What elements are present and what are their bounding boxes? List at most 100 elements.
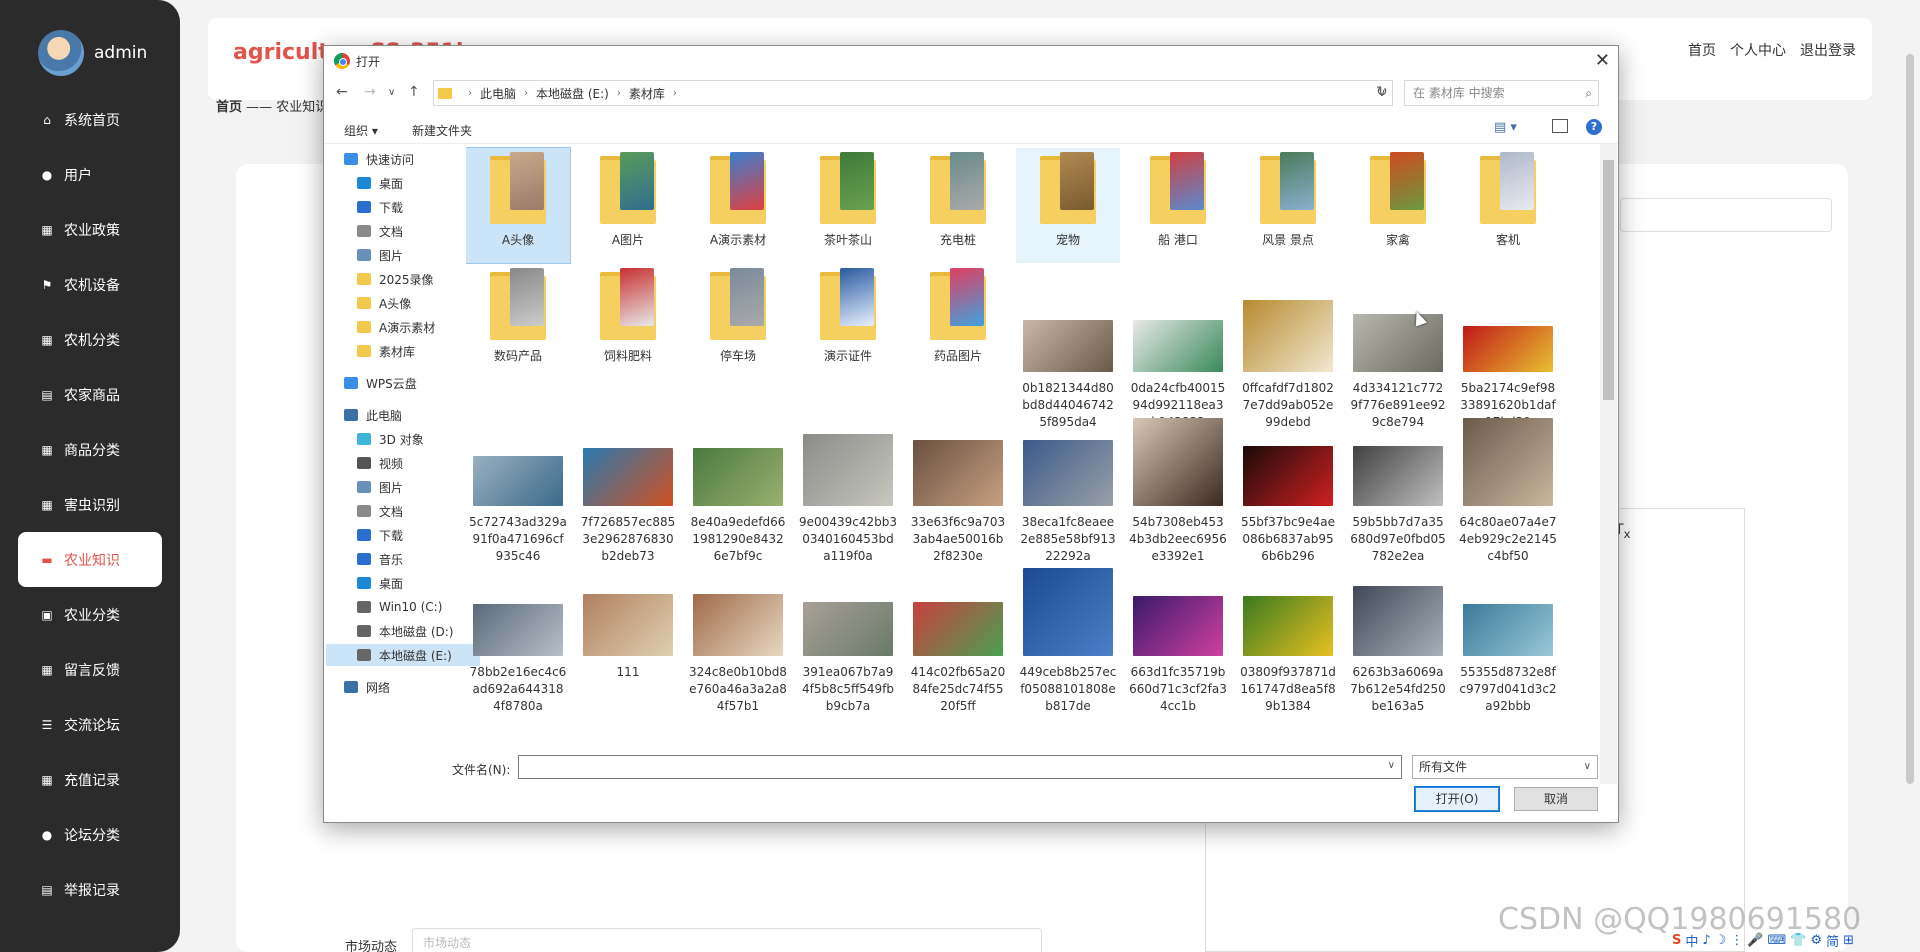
sidebar-item-7[interactable]: ▦ 害虫识别 [0, 477, 180, 532]
category-select[interactable] [1620, 198, 1832, 232]
image-file-item[interactable]: 8e40a9edefd661981290e84326e7bf9c [686, 392, 790, 563]
folder-item[interactable]: 药品图片 [906, 264, 1010, 389]
tray-icon[interactable]: ♪ [1702, 933, 1710, 948]
image-file-item[interactable]: 5c72743ad329a91f0a471696cf935c46 [466, 392, 570, 563]
market-input[interactable]: 市场动态 [412, 928, 1042, 952]
folder-item[interactable]: 船 港口 [1126, 148, 1230, 263]
image-file-item[interactable]: 5ba2174c9ef9833891620b1daf17bd39 [1456, 264, 1560, 429]
tree-item[interactable]: 视频 [357, 452, 403, 474]
folder-item[interactable]: 宠物 [1016, 148, 1120, 263]
tray-icon[interactable]: ☽ [1715, 933, 1727, 948]
search-icon[interactable]: ⌕ [1585, 81, 1592, 105]
folder-item[interactable]: 风景 景点 [1236, 148, 1340, 263]
recent-dropdown-icon[interactable]: ∨ [388, 87, 395, 98]
tree-item[interactable]: WPS云盘 [344, 372, 417, 394]
cancel-button[interactable]: 取消 [1514, 787, 1598, 811]
filetype-select[interactable]: 所有文件 ∨ [1412, 755, 1598, 779]
tree-item[interactable]: 2025录像 [357, 268, 434, 290]
image-file-item[interactable]: 663d1fc35719b660d71c3cf2fa34cc1b [1126, 542, 1230, 713]
file-grid-scrollbar[interactable] [1600, 144, 1617, 784]
folder-item[interactable]: 停车场 [686, 264, 790, 389]
sidebar-item-10[interactable]: ▦ 留言反馈 [0, 642, 180, 697]
tree-item[interactable]: 本地磁盘 (D:) [357, 620, 453, 642]
tree-item[interactable]: 文档 [357, 500, 403, 522]
tree-item[interactable]: 网络 [344, 676, 390, 698]
close-icon[interactable]: ✕ [1595, 50, 1610, 71]
tray-icon[interactable]: 👕 [1790, 933, 1806, 948]
folder-item[interactable]: 演示证件 [796, 264, 900, 389]
tree-item[interactable]: A头像 [357, 292, 411, 314]
tray-icon[interactable]: ⊞ [1843, 933, 1854, 948]
tree-item[interactable]: 下载📌 [357, 196, 487, 218]
folder-item[interactable]: A演示素材 [686, 148, 790, 263]
tree-item[interactable]: 图片📌 [357, 244, 487, 266]
image-file-item[interactable]: 449ceb8b257ecf05088101808eb817de [1016, 542, 1120, 713]
tree-item[interactable]: 图片 [357, 476, 403, 498]
view-mode-icon[interactable]: ▤ ▾ [1494, 120, 1517, 135]
image-file-item[interactable]: 111 [576, 542, 680, 682]
organize-button[interactable]: 组织 ▾ [344, 122, 378, 139]
tree-item[interactable]: A演示素材 [357, 316, 435, 338]
user-profile[interactable]: admin [38, 30, 147, 76]
tray-icon[interactable]: ⋮ [1730, 933, 1743, 948]
filename-input[interactable]: ∨ [518, 755, 1402, 779]
tray-icon[interactable]: 简 [1826, 931, 1839, 950]
image-file-item[interactable]: 0b1821344d80bd8d440467425f895da4 [1016, 264, 1120, 429]
tree-item[interactable]: 素材库 [357, 340, 415, 362]
link-logout[interactable]: 退出登录 [1800, 40, 1856, 60]
path-this-pc[interactable]: 此电脑 [480, 85, 516, 102]
folder-item[interactable]: A头像 [466, 147, 571, 264]
sidebar-item-5[interactable]: ▤ 农家商品 [0, 367, 180, 422]
path-folder[interactable]: 素材库 [629, 85, 665, 102]
search-input[interactable]: 在 素材库 中搜索 ⌕ [1404, 80, 1599, 106]
path-drive-e[interactable]: 本地磁盘 (E:) [536, 85, 609, 102]
refresh-icon[interactable]: ↻ [1376, 84, 1388, 100]
folder-item[interactable]: 饲料肥料 [576, 264, 680, 389]
image-file-item[interactable]: 9e00439c42bb30340160453bda119f0a [796, 392, 900, 563]
image-file-item[interactable]: 55355d8732e8fc9797d041d3c2a92bbb [1456, 542, 1560, 713]
image-file-item[interactable]: 6263b3a6069a7b612e54fd250be163a5 [1346, 542, 1450, 713]
tray-icon[interactable]: 🎤 [1747, 933, 1763, 948]
tree-item[interactable]: 音乐 [357, 548, 403, 570]
tree-item[interactable]: 快速访问 [344, 148, 414, 170]
image-file-item[interactable]: 64c80ae07a4e74eb929c2e2145c4bf50 [1456, 392, 1560, 563]
tree-item[interactable]: Win10 (C:) [357, 596, 442, 618]
tree-item[interactable]: 桌面 [357, 572, 403, 594]
sidebar-item-12[interactable]: ▦ 充值记录 [0, 752, 180, 807]
image-file-item[interactable]: 0ffcafdf7d18027e7dd9ab052e99debd [1236, 264, 1340, 429]
path-chevron-icon[interactable]: › [617, 88, 621, 99]
image-file-item[interactable]: 54b7308eb4534b3db2eec6956e3392e1 [1126, 392, 1230, 563]
tray-icon[interactable]: ⚙ [1810, 933, 1822, 948]
image-file-item[interactable]: 391ea067b7a94f5b8c5ff549fbb9cb7a [796, 542, 900, 713]
sidebar-item-13[interactable]: ● 论坛分类 [0, 807, 180, 862]
image-file-item[interactable]: 0da24cfb4001594d992118ea3b143832 [1126, 264, 1230, 429]
sidebar-item-0[interactable]: ⌂ 系统首页 [0, 92, 180, 147]
tree-item[interactable]: 桌面📌 [357, 172, 487, 194]
filename-dropdown-icon[interactable]: ∨ [1388, 760, 1395, 771]
tray-icon[interactable]: 中 [1685, 931, 1698, 950]
help-icon[interactable]: ? [1586, 119, 1602, 135]
image-file-item[interactable]: 414c02fb65a2084fe25dc74f5520f5ff [906, 542, 1010, 713]
image-file-item[interactable]: 59b5bb7d7a35680d97e0fbd05782e2ea [1346, 392, 1450, 563]
link-home[interactable]: 首页 [1688, 40, 1716, 60]
image-file-item[interactable]: 4d334121c7729f776e891ee929c8e794 [1346, 264, 1450, 429]
image-file-item[interactable]: 324c8e0b10bd8e760a46a3a2a84f57b1 [686, 542, 790, 713]
forward-icon[interactable]: → [364, 84, 376, 100]
sidebar-item-6[interactable]: ▦ 商品分类 [0, 422, 180, 477]
path-chevron-icon[interactable]: › [524, 88, 528, 99]
link-profile[interactable]: 个人中心 [1730, 40, 1786, 60]
tree-item[interactable]: 文档📌 [357, 220, 487, 242]
image-file-item[interactable]: 78bb2e16ec4c6ad692a6443184f8780a [466, 542, 570, 713]
image-file-item[interactable]: 7f726857ec8853e2962876830b2deb73 [576, 392, 680, 563]
scroll-thumb[interactable] [1603, 160, 1614, 400]
page-scrollbar[interactable] [1906, 54, 1914, 784]
sidebar-item-4[interactable]: ▦ 农机分类 [0, 312, 180, 367]
path-chevron-icon[interactable]: › [673, 88, 677, 99]
tree-item[interactable]: 3D 对象 [357, 428, 424, 450]
new-folder-button[interactable]: 新建文件夹 [412, 122, 472, 139]
back-icon[interactable]: ← [336, 84, 348, 100]
tree-item[interactable]: 下载 [357, 524, 403, 546]
sidebar-item-9[interactable]: ▣ 农业分类 [0, 587, 180, 642]
breadcrumb-home[interactable]: 首页 [216, 100, 242, 115]
sidebar-item-2[interactable]: ▦ 农业政策 [0, 202, 180, 257]
